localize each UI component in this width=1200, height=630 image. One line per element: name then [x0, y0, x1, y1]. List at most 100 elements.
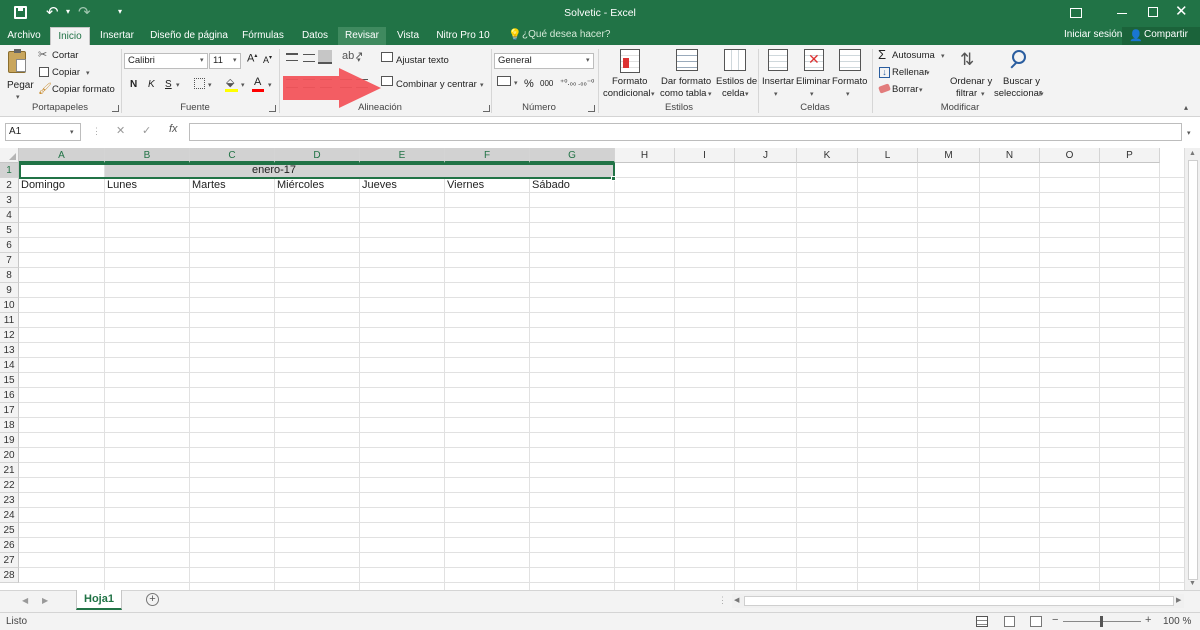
wrap-text-icon[interactable]	[381, 52, 393, 62]
row-header-9[interactable]: 9	[0, 283, 19, 298]
increase-decimal-icon[interactable]: ⁺⁰.₀₀	[560, 78, 576, 87]
formula-input[interactable]	[189, 123, 1182, 141]
autosum-button[interactable]: Autosuma	[892, 50, 935, 61]
row-header-4[interactable]: 4	[0, 208, 19, 223]
italic-button[interactable]: K	[148, 79, 155, 90]
format-cells-button[interactable]: Formato ▾	[832, 48, 868, 100]
weekday-cell[interactable]: Lunes	[105, 178, 190, 193]
underline-button[interactable]: S	[165, 79, 172, 90]
normal-view-icon[interactable]	[976, 616, 988, 627]
clear-button[interactable]: Borrar	[892, 84, 918, 95]
expand-formula-bar-icon[interactable]: ▾	[1187, 129, 1191, 137]
insert-cells-button[interactable]: Insertar ▾	[760, 48, 796, 100]
font-color-dropdown-icon[interactable]: ▾	[268, 81, 272, 89]
zoom-slider-thumb[interactable]	[1100, 616, 1103, 627]
tab-diseno[interactable]: Diseño de página	[146, 27, 232, 45]
merge-center-dropdown-icon[interactable]: ▾	[480, 81, 484, 89]
row-header-26[interactable]: 26	[0, 538, 19, 553]
tab-datos[interactable]: Datos	[296, 27, 334, 45]
weekday-cell[interactable]: Sábado	[530, 178, 615, 193]
scroll-up-icon[interactable]: ▲	[1189, 150, 1196, 157]
row-header-24[interactable]: 24	[0, 508, 19, 523]
select-all-corner[interactable]	[0, 148, 19, 163]
column-header-k[interactable]: K	[797, 148, 858, 163]
row-header-22[interactable]: 22	[0, 478, 19, 493]
tab-revisar[interactable]: Revisar	[338, 27, 386, 45]
decrease-font-icon[interactable]: A▾	[263, 54, 272, 65]
align-bottom-icon[interactable]	[318, 50, 332, 64]
collapse-ribbon-icon[interactable]: ▴	[1184, 103, 1188, 112]
align-top-icon[interactable]	[286, 53, 298, 61]
autosum-icon[interactable]: Σ	[878, 47, 886, 62]
font-size-dropdown-icon[interactable]: ▾	[233, 56, 237, 64]
tab-split-grip[interactable]: ⋮	[718, 595, 727, 606]
autosum-dropdown-icon[interactable]: ▾	[941, 52, 945, 60]
paste-button[interactable]: Pegar ▾	[5, 49, 34, 101]
zoom-level[interactable]: 100 %	[1163, 616, 1191, 627]
cell-styles-button[interactable]: Estilos de celda ▾	[714, 48, 757, 100]
sign-in-link[interactable]: Iniciar sesión	[1064, 29, 1122, 40]
row-header-28[interactable]: 28	[0, 568, 19, 583]
format-painter-button[interactable]: Copiar formato	[52, 84, 115, 95]
wrap-text-button[interactable]: Ajustar texto	[396, 55, 449, 66]
column-header-f[interactable]: F	[445, 148, 530, 163]
close-icon[interactable]: ✕	[1175, 2, 1188, 20]
vertical-scrollbar[interactable]: ▲ ▼	[1184, 148, 1200, 590]
tab-formulas[interactable]: Fórmulas	[238, 27, 288, 45]
share-button[interactable]: 👤 Compartir	[1122, 27, 1200, 45]
column-header-p[interactable]: P	[1100, 148, 1160, 163]
orientation-dropdown-icon[interactable]: ▾	[357, 56, 361, 64]
worksheet-grid[interactable]: ABCDEFGHIJKLMNOP 1 2 3 4 5 6 7 8 9 10 11 12 13 14 15 16…	[0, 148, 1200, 590]
column-header-n[interactable]: N	[980, 148, 1040, 163]
weekday-cell[interactable]: Jueves	[360, 178, 445, 193]
column-header-g[interactable]: G	[530, 148, 615, 163]
page-layout-view-icon[interactable]	[1004, 616, 1015, 627]
fill-button[interactable]: Rellenar	[892, 67, 927, 78]
format-as-table-button[interactable]: Dar formato como tabla ▾	[658, 48, 714, 100]
row-header-23[interactable]: 23	[0, 493, 19, 508]
new-sheet-icon[interactable]: +	[146, 593, 159, 606]
sort-filter-button[interactable]: ⇅ Ordenar y filtrar ▾	[948, 48, 992, 100]
row-header-11[interactable]: 11	[0, 313, 19, 328]
number-launcher-icon[interactable]	[588, 105, 595, 112]
horizontal-scrollbar[interactable]: ◀ ▶	[732, 594, 1184, 608]
column-header-l[interactable]: L	[858, 148, 918, 163]
increase-font-icon[interactable]: A▴	[247, 52, 257, 65]
zoom-out-icon[interactable]: −	[1052, 614, 1058, 626]
page-break-view-icon[interactable]	[1030, 616, 1042, 627]
tab-vista[interactable]: Vista	[392, 27, 424, 45]
scroll-right-icon[interactable]: ▶	[1176, 596, 1181, 604]
scroll-left-icon[interactable]: ◀	[734, 596, 739, 604]
weekday-cell[interactable]: Miércoles	[275, 178, 360, 193]
fill-dropdown-icon[interactable]: ▾	[926, 69, 930, 77]
next-sheet-icon[interactable]: ▶	[42, 596, 48, 605]
sheet-tab-hoja1[interactable]: Hoja1	[76, 590, 122, 610]
conditional-formatting-button[interactable]: Formato condicional ▾	[600, 48, 658, 100]
row-header-7[interactable]: 7	[0, 253, 19, 268]
merged-title-cell[interactable]: enero-17	[19, 163, 529, 178]
clipboard-launcher-icon[interactable]	[112, 105, 119, 112]
weekday-cell[interactable]: Domingo	[19, 178, 105, 193]
tab-archivo[interactable]: Archivo	[4, 27, 44, 45]
copy-icon[interactable]	[39, 67, 49, 77]
borders-dropdown-icon[interactable]: ▾	[208, 81, 212, 89]
row-header-16[interactable]: 16	[0, 388, 19, 403]
fill-color-dropdown-icon[interactable]: ▾	[241, 81, 245, 89]
clear-icon[interactable]	[878, 83, 891, 94]
merge-center-button[interactable]: Combinar y centrar	[396, 79, 477, 90]
maximize-icon[interactable]	[1148, 7, 1158, 17]
fill-color-icon[interactable]: ⬙	[226, 76, 234, 89]
name-box-dropdown-icon[interactable]: ▾	[70, 128, 74, 136]
percent-button[interactable]: %	[524, 78, 534, 90]
fill-icon[interactable]: ↓	[879, 67, 890, 78]
column-header-j[interactable]: J	[735, 148, 797, 163]
copy-button[interactable]: Copiar	[52, 67, 80, 78]
row-header-27[interactable]: 27	[0, 553, 19, 568]
row-header-12[interactable]: 12	[0, 328, 19, 343]
row-header-20[interactable]: 20	[0, 448, 19, 463]
row-header-10[interactable]: 10	[0, 298, 19, 313]
font-launcher-icon[interactable]	[269, 105, 276, 112]
underline-dropdown-icon[interactable]: ▾	[176, 81, 180, 89]
comma-style-button[interactable]: 000	[540, 79, 553, 88]
row-header-13[interactable]: 13	[0, 343, 19, 358]
